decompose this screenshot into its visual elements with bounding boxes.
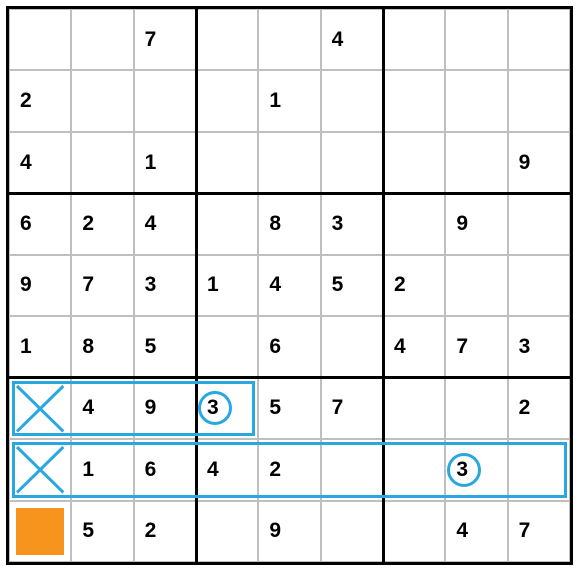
cell-r7-c2[interactable]: 6 [134, 439, 196, 500]
cell-r8-c5[interactable] [321, 501, 383, 562]
cell-r3-c6[interactable] [383, 193, 445, 254]
cell-r1-c3[interactable] [196, 70, 258, 131]
cell-r4-c1[interactable]: 7 [71, 255, 133, 316]
cell-r8-c3[interactable] [196, 501, 258, 562]
cell-r6-c0[interactable] [9, 378, 71, 439]
cell-r0-c6[interactable] [383, 9, 445, 70]
cell-r4-c6[interactable]: 2 [383, 255, 445, 316]
cell-r4-c2[interactable]: 3 [134, 255, 196, 316]
cell-r4-c3[interactable]: 1 [196, 255, 258, 316]
box-vline [382, 9, 385, 562]
cell-r1-c7[interactable] [445, 70, 507, 131]
cell-r7-c8[interactable] [508, 439, 570, 500]
box-vline [195, 9, 198, 562]
cell-r6-c8[interactable]: 2 [508, 378, 570, 439]
cell-r8-c7[interactable]: 4 [445, 501, 507, 562]
cell-r2-c5[interactable] [321, 132, 383, 193]
cell-r5-c7[interactable]: 7 [445, 316, 507, 377]
cell-r2-c8[interactable]: 9 [508, 132, 570, 193]
cell-r0-c4[interactable] [258, 9, 320, 70]
cell-r0-c5[interactable]: 4 [321, 9, 383, 70]
cell-r0-c3[interactable] [196, 9, 258, 70]
cell-r5-c6[interactable]: 4 [383, 316, 445, 377]
cell-r6-c2[interactable]: 9 [134, 378, 196, 439]
cell-r0-c0[interactable] [9, 9, 71, 70]
cell-r3-c5[interactable]: 3 [321, 193, 383, 254]
cell-r5-c1[interactable]: 8 [71, 316, 133, 377]
cell-r2-c1[interactable] [71, 132, 133, 193]
cell-r0-c7[interactable] [445, 9, 507, 70]
cell-r0-c1[interactable] [71, 9, 133, 70]
cell-r6-c5[interactable]: 7 [321, 378, 383, 439]
box-hline [9, 192, 570, 195]
cell-r7-c3[interactable]: 4 [196, 439, 258, 500]
cell-r7-c4[interactable]: 2 [258, 439, 320, 500]
cell-r4-c4[interactable]: 4 [258, 255, 320, 316]
cell-r5-c3[interactable] [196, 316, 258, 377]
cell-r1-c0[interactable]: 2 [9, 70, 71, 131]
cell-r8-c1[interactable]: 5 [71, 501, 133, 562]
cell-r4-c0[interactable]: 9 [9, 255, 71, 316]
cell-r3-c2[interactable]: 4 [134, 193, 196, 254]
cell-r5-c2[interactable]: 5 [134, 316, 196, 377]
cell-r2-c6[interactable] [383, 132, 445, 193]
sudoku-board: 7421419624839973145218564734935721642352… [6, 6, 573, 565]
cell-r5-c5[interactable] [321, 316, 383, 377]
cell-r2-c3[interactable] [196, 132, 258, 193]
cell-r2-c2[interactable]: 1 [134, 132, 196, 193]
cell-r6-c6[interactable] [383, 378, 445, 439]
cell-r8-c2[interactable]: 2 [134, 501, 196, 562]
cell-r8-c6[interactable] [383, 501, 445, 562]
cell-r1-c5[interactable] [321, 70, 383, 131]
cell-r5-c4[interactable]: 6 [258, 316, 320, 377]
cell-r6-c1[interactable]: 4 [71, 378, 133, 439]
cell-r7-c0[interactable] [9, 439, 71, 500]
cell-r3-c1[interactable]: 2 [71, 193, 133, 254]
cell-r7-c7[interactable]: 3 [445, 439, 507, 500]
cell-r6-c4[interactable]: 5 [258, 378, 320, 439]
cell-r5-c8[interactable]: 3 [508, 316, 570, 377]
box-hline [9, 376, 570, 379]
cell-r1-c6[interactable] [383, 70, 445, 131]
cell-r3-c3[interactable] [196, 193, 258, 254]
cell-r0-c8[interactable] [508, 9, 570, 70]
cell-r5-c0[interactable]: 1 [9, 316, 71, 377]
cell-r7-c1[interactable]: 1 [71, 439, 133, 500]
cell-r6-c7[interactable] [445, 378, 507, 439]
cell-r8-c8[interactable]: 7 [508, 501, 570, 562]
cell-r2-c7[interactable] [445, 132, 507, 193]
cell-r4-c5[interactable]: 5 [321, 255, 383, 316]
cell-r4-c8[interactable] [508, 255, 570, 316]
cell-r3-c8[interactable] [508, 193, 570, 254]
cell-r8-c4[interactable]: 9 [258, 501, 320, 562]
cell-r7-c6[interactable] [383, 439, 445, 500]
cell-r3-c7[interactable]: 9 [445, 193, 507, 254]
cell-r1-c4[interactable]: 1 [258, 70, 320, 131]
cell-r2-c0[interactable]: 4 [9, 132, 71, 193]
cell-r1-c8[interactable] [508, 70, 570, 131]
cell-r1-c1[interactable] [71, 70, 133, 131]
cell-r1-c2[interactable] [134, 70, 196, 131]
cell-r7-c5[interactable] [321, 439, 383, 500]
cell-r2-c4[interactable] [258, 132, 320, 193]
cell-r0-c2[interactable]: 7 [134, 9, 196, 70]
cell-r4-c7[interactable] [445, 255, 507, 316]
cell-r3-c4[interactable]: 8 [258, 193, 320, 254]
orange-cell [16, 508, 64, 555]
cell-r6-c3[interactable]: 3 [196, 378, 258, 439]
cell-r3-c0[interactable]: 6 [9, 193, 71, 254]
